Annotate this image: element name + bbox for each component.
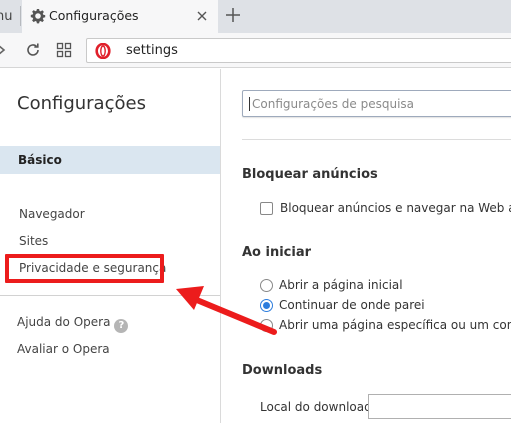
url-text: settings — [126, 43, 178, 58]
url-field[interactable]: settings — [86, 38, 511, 63]
new-tab-plus-icon[interactable] — [223, 5, 243, 25]
download-location-label: Local do download: — [260, 400, 376, 414]
speed-dial-grid-icon[interactable] — [56, 42, 72, 58]
highlight-box — [5, 254, 164, 283]
help-icon: ? — [114, 319, 129, 333]
reload-icon[interactable] — [24, 41, 42, 59]
startup-option-label[interactable]: Abrir uma página específica ou um conjun… — [279, 318, 511, 332]
section-title-startup: Ao iniciar — [242, 245, 312, 260]
sidebar-item-label: Básico — [18, 153, 62, 167]
startup-option-label[interactable]: Continuar de onde parei — [279, 298, 425, 312]
adblock-checkbox[interactable] — [260, 202, 273, 215]
sidebar-item-basic[interactable]: Básico — [0, 146, 220, 174]
annotation-arrow-icon — [176, 286, 277, 335]
sidebar-item-browser[interactable]: Navegador — [19, 207, 85, 221]
sidebar-item-help[interactable]: Ajuda do Opera? — [17, 315, 129, 333]
sidebar-item-label: Ajuda do Opera — [17, 315, 111, 329]
forward-icon[interactable] — [0, 42, 8, 58]
settings-sidebar: Configurações Básico Navegador Sites Pri… — [0, 69, 221, 423]
download-location-input[interactable] — [368, 394, 511, 419]
adblock-checkbox-label[interactable]: Bloquear anúncios e navegar na Web até t… — [280, 201, 511, 215]
sidebar-item-sites[interactable]: Sites — [19, 234, 48, 248]
section-title-downloads: Downloads — [242, 363, 323, 378]
settings-main: Configurações de pesquisa Bloquear anúnc… — [222, 69, 511, 423]
tab-previous[interactable]: nu — [0, 0, 19, 33]
text-caret — [249, 97, 250, 111]
tab-settings[interactable]: Configurações — [22, 0, 218, 33]
tab-bar: nu Configurações — [0, 0, 511, 33]
gear-icon — [30, 9, 46, 24]
tab-title: Configurações — [49, 8, 139, 23]
opera-logo-icon — [95, 43, 111, 59]
close-icon[interactable] — [194, 8, 210, 24]
sidebar-title: Configurações — [17, 93, 146, 114]
search-placeholder: Configurações de pesquisa — [252, 97, 415, 111]
startup-option-label[interactable]: Abrir a página inicial — [279, 278, 403, 292]
section-divider — [242, 139, 511, 140]
address-bar: settings — [0, 33, 511, 68]
tab-separator — [20, 6, 21, 26]
tab-previous-title: nu — [0, 9, 13, 24]
section-title-adblock: Bloquear anúncios — [242, 167, 378, 182]
search-settings-input[interactable]: Configurações de pesquisa — [242, 90, 511, 117]
sidebar-item-rate-opera[interactable]: Avaliar o Opera — [17, 342, 110, 356]
